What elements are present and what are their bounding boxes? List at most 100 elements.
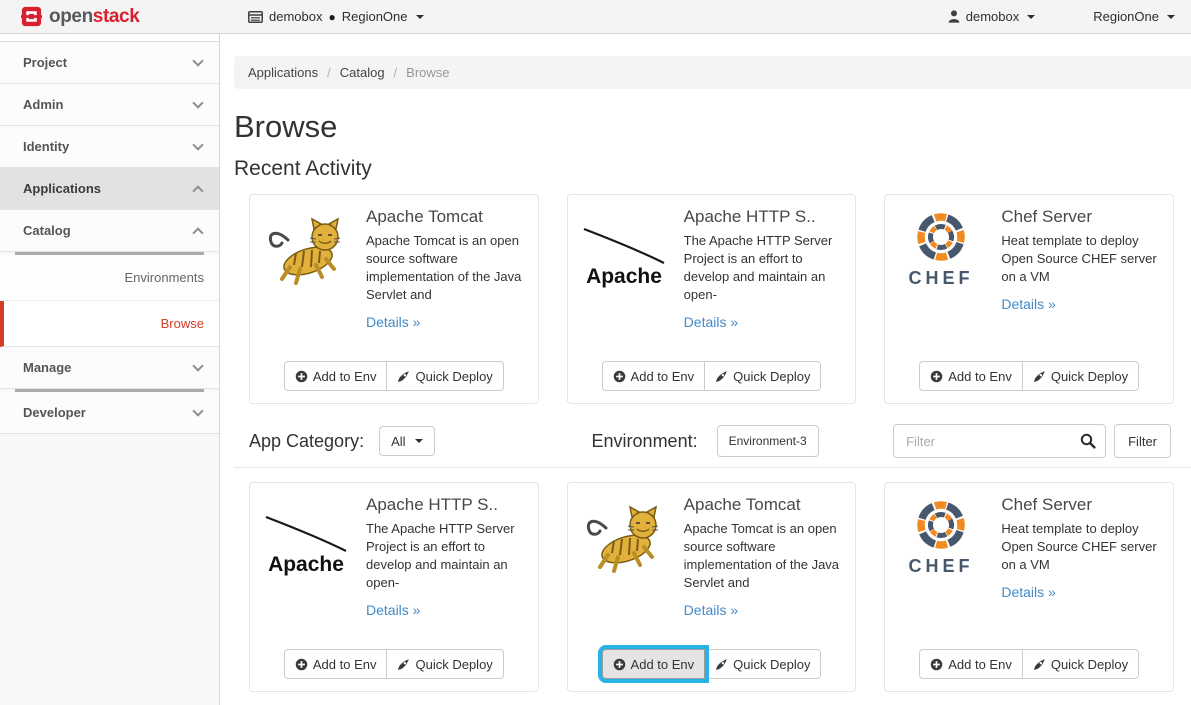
add-to-env-button[interactable]: Add to Env (602, 361, 706, 391)
rocket-icon (715, 370, 728, 383)
rocket-icon (397, 658, 410, 671)
app-title: Chef Server (1001, 495, 1161, 515)
quick-deploy-button[interactable]: Quick Deploy (1022, 649, 1139, 679)
caret-down-icon (416, 15, 424, 19)
recent-activity-cards-row: Apache Tomcat Apache Tomcat is an open s… (234, 194, 1174, 404)
app-card-chef-server: Chef Server Heat template to deploy Open… (884, 482, 1174, 692)
caret-down-icon (1027, 15, 1035, 19)
region-menu[interactable]: RegionOne (1093, 9, 1175, 24)
catalog-cards-row: Apache HTTP S.. The Apache HTTP Server P… (234, 482, 1174, 692)
breadcrumb-separator: / (327, 65, 331, 80)
app-description: The Apache HTTP Server Project is an eff… (366, 520, 526, 592)
context-project-label: demobox (269, 9, 322, 24)
details-link[interactable]: Details » (366, 602, 420, 618)
environment-selector-button[interactable]: Environment-3 (717, 425, 819, 457)
add-to-env-button[interactable]: Add to Env (284, 361, 388, 391)
tomcat-logo-icon (262, 207, 350, 295)
chevron-down-icon (192, 405, 203, 416)
sidebar-item-browse[interactable]: Browse (0, 301, 219, 347)
plus-circle-icon (930, 370, 943, 383)
top-header: openstack demobox ● RegionOne demobox Re… (0, 0, 1191, 34)
add-to-env-button[interactable]: Add to Env (919, 361, 1023, 391)
breadcrumb: Applications / Catalog / Browse (234, 56, 1191, 89)
app-description: Heat template to deploy Open Source CHEF… (1001, 520, 1161, 574)
add-to-env-button[interactable]: Add to Env (284, 649, 388, 679)
search-icon[interactable] (1080, 433, 1096, 449)
sidebar-item-project[interactable]: Project (0, 42, 219, 84)
app-description: Heat template to deploy Open Source CHEF… (1001, 232, 1161, 286)
quick-deploy-button[interactable]: Quick Deploy (1022, 361, 1139, 391)
section-divider (234, 467, 1191, 468)
page-title: Browse (234, 109, 1174, 145)
chevron-down-icon (192, 360, 203, 371)
rocket-icon (715, 658, 728, 671)
app-card-apache-tomcat: Apache Tomcat Apache Tomcat is an open s… (249, 194, 539, 404)
user-menu[interactable]: demobox (948, 9, 1035, 24)
app-title: Chef Server (1001, 207, 1161, 227)
sidebar-item-applications[interactable]: Applications (0, 168, 219, 210)
openstack-logo[interactable]: openstack (0, 6, 220, 28)
add-to-env-button-highlighted[interactable]: Add to Env (602, 649, 706, 679)
app-title: Apache HTTP S.. (684, 207, 844, 227)
details-link[interactable]: Details » (1001, 584, 1055, 600)
caret-down-icon (415, 439, 423, 443)
region-name-label: RegionOne (1093, 9, 1159, 24)
sidebar-filler (0, 434, 219, 705)
project-panel-icon (248, 11, 263, 23)
plus-circle-icon (295, 658, 308, 671)
rocket-icon (397, 370, 410, 383)
catalog-filter-bar: App Category: All Environment: Environme… (234, 424, 1174, 458)
add-to-env-button[interactable]: Add to Env (919, 649, 1023, 679)
sidebar-top-strip (0, 34, 219, 42)
details-link[interactable]: Details » (684, 314, 738, 330)
quick-deploy-button[interactable]: Quick Deploy (704, 649, 821, 679)
app-title: Apache HTTP S.. (366, 495, 526, 515)
app-description: The Apache HTTP Server Project is an eff… (684, 232, 844, 304)
sidebar-item-admin[interactable]: Admin (0, 84, 219, 126)
chevron-up-icon (192, 227, 203, 238)
app-category-label: App Category: (249, 431, 364, 452)
chevron-down-icon (192, 139, 203, 150)
header-right-menus: demobox RegionOne (948, 9, 1191, 24)
chevron-down-icon (192, 97, 203, 108)
breadcrumb-browse-current: Browse (406, 65, 449, 80)
apache-logo-icon (580, 207, 668, 295)
app-description: Apache Tomcat is an open source software… (366, 232, 526, 304)
sidebar-item-environments[interactable]: Environments (0, 255, 219, 301)
filter-button[interactable]: Filter (1114, 424, 1171, 458)
plus-circle-icon (613, 370, 626, 383)
app-description: Apache Tomcat is an open source software… (684, 520, 844, 592)
context-region-label: RegionOne (342, 9, 408, 24)
details-link[interactable]: Details » (1001, 296, 1055, 312)
sidebar-item-catalog[interactable]: Catalog (0, 210, 219, 252)
app-title: Apache Tomcat (366, 207, 526, 227)
quick-deploy-button[interactable]: Quick Deploy (386, 649, 503, 679)
sidebar-item-identity[interactable]: Identity (0, 126, 219, 168)
app-card-apache-tomcat: Apache Tomcat Apache Tomcat is an open s… (567, 482, 857, 692)
rocket-icon (1033, 658, 1046, 671)
quick-deploy-button[interactable]: Quick Deploy (386, 361, 503, 391)
breadcrumb-catalog[interactable]: Catalog (340, 65, 385, 80)
environment-label: Environment: (592, 431, 698, 452)
app-card-chef-server: Chef Server Heat template to deploy Open… (884, 194, 1174, 404)
quick-deploy-button[interactable]: Quick Deploy (704, 361, 821, 391)
chef-logo-icon (897, 207, 985, 295)
chef-logo-icon (897, 495, 985, 583)
app-card-apache-http: Apache HTTP S.. The Apache HTTP Server P… (249, 482, 539, 692)
app-title: Apache Tomcat (684, 495, 844, 515)
breadcrumb-applications[interactable]: Applications (248, 65, 318, 80)
user-icon (948, 10, 960, 23)
plus-circle-icon (613, 658, 626, 671)
app-category-dropdown[interactable]: All (379, 426, 434, 456)
sidebar-item-developer[interactable]: Developer (0, 392, 219, 434)
details-link[interactable]: Details » (366, 314, 420, 330)
sidebar-nav: Project Admin Identity Applications Cata… (0, 34, 220, 705)
plus-circle-icon (295, 370, 308, 383)
user-name-label: demobox (966, 9, 1019, 24)
sidebar-item-manage[interactable]: Manage (0, 347, 219, 389)
details-link[interactable]: Details » (684, 602, 738, 618)
filter-input[interactable] (893, 424, 1106, 458)
caret-down-icon (1167, 15, 1175, 19)
project-region-switcher[interactable]: demobox ● RegionOne (248, 9, 424, 24)
rocket-icon (1033, 370, 1046, 383)
